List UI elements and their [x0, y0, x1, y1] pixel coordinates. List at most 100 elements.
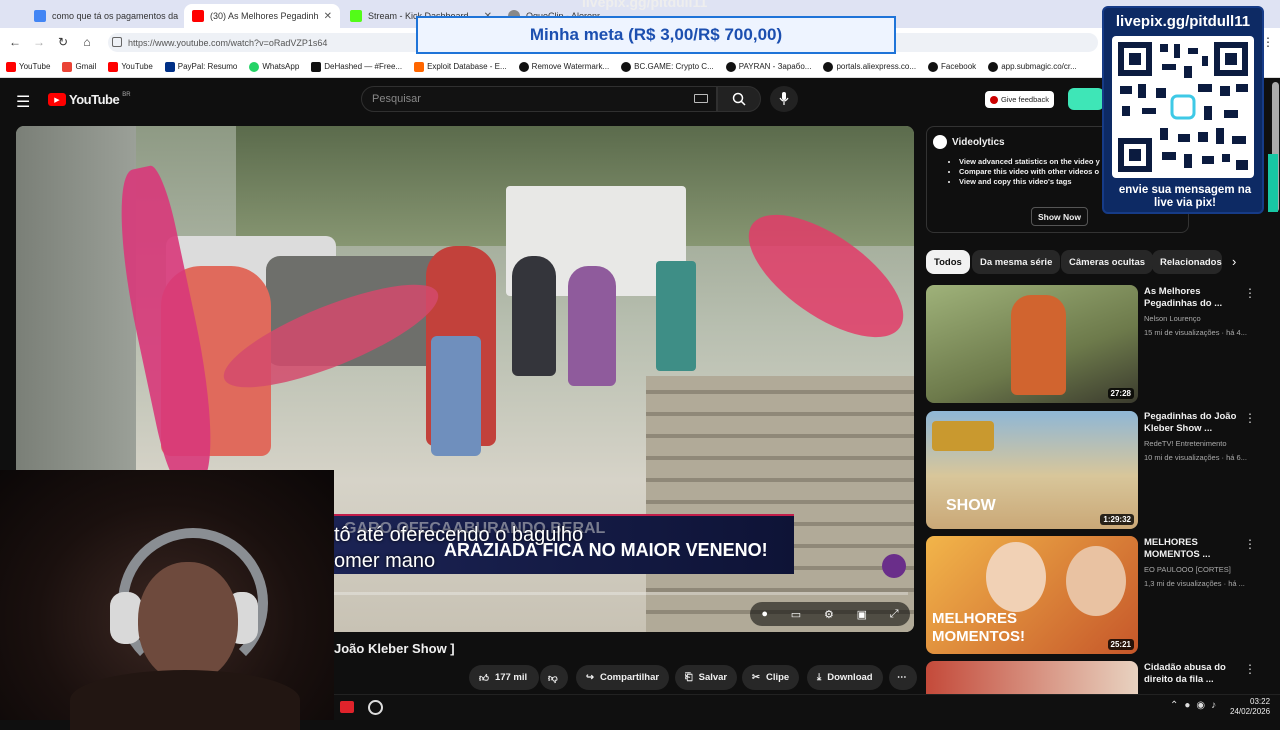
- close-icon[interactable]: ✕: [324, 11, 332, 22]
- person-jeans-shape: [431, 336, 481, 456]
- bookmark[interactable]: PAYRAN - Зарабо...: [725, 61, 811, 72]
- related-title[interactable]: Cidadão abusa do direito da fila ...: [1144, 662, 1244, 686]
- bookmark[interactable]: BC.GAME: Crypto C...: [621, 61, 714, 72]
- reload-icon[interactable]: ↻: [54, 33, 72, 51]
- chevron-right-icon[interactable]: ›: [1232, 254, 1236, 269]
- share-button[interactable]: ↪ Compartilhar: [576, 665, 670, 690]
- site-info-icon[interactable]: [112, 37, 122, 47]
- share-label: Compartilhar: [599, 672, 660, 683]
- save-button[interactable]: ⎗ Salvar: [675, 665, 738, 690]
- bookmark[interactable]: Gmail: [62, 61, 97, 72]
- duration-badge: 25:21: [1107, 639, 1134, 650]
- autoplay-toggle-icon[interactable]: ●: [761, 608, 768, 620]
- globe-icon: [518, 61, 529, 72]
- thumbs-up-icon: 👍︎: [479, 672, 489, 684]
- progress-bar[interactable]: [334, 592, 908, 595]
- bookmark[interactable]: DeHashed — #Free...: [311, 61, 403, 72]
- browser-tab-active[interactable]: (30) As Melhores Pegadinhas ✕: [184, 4, 340, 28]
- bookmark-label: Gmail: [75, 62, 97, 71]
- feedback-icon: [990, 95, 998, 104]
- share-icon: ↪: [586, 672, 594, 683]
- region-code: BR: [122, 92, 131, 98]
- download-label: Download: [827, 672, 873, 683]
- bookmark-label: YouTube: [121, 62, 153, 71]
- obs-icon[interactable]: [368, 700, 383, 715]
- globe-icon: [621, 61, 632, 72]
- search-button[interactable]: [717, 86, 761, 112]
- more-actions-button[interactable]: ⋯: [889, 665, 917, 690]
- dislike-button[interactable]: 👎︎: [540, 665, 568, 690]
- bookmark-label: YouTube: [19, 62, 51, 71]
- forward-icon[interactable]: →: [30, 33, 48, 51]
- show-now-button[interactable]: Show Now: [1031, 207, 1088, 226]
- qr-pattern: [1118, 42, 1248, 172]
- more-vertical-icon[interactable]: ⋮: [1244, 662, 1256, 676]
- bookmark[interactable]: portals.aliexpress.co...: [823, 61, 916, 72]
- videolytics-name: Videolytics: [952, 136, 1005, 148]
- bookmark[interactable]: YouTube: [108, 61, 153, 72]
- youtube-play-icon: ▶: [48, 93, 66, 106]
- channel-watermark-icon[interactable]: [882, 554, 906, 578]
- download-icon: ⤓: [817, 672, 822, 683]
- search-input[interactable]: Pesquisar: [361, 86, 717, 112]
- clip-button[interactable]: ✂ Clipe: [742, 665, 800, 690]
- chip-all[interactable]: Todos: [926, 250, 970, 274]
- bookmark[interactable]: app.submagic.co/cr...: [988, 61, 1077, 72]
- settings-gear-icon[interactable]: ⚙: [824, 608, 834, 621]
- bookmark[interactable]: Exploit Database - E...: [414, 61, 507, 72]
- clock[interactable]: 03:22 24/02/2026: [1230, 697, 1270, 717]
- fullscreen-icon[interactable]: ⤢: [890, 608, 899, 621]
- related-thumbnail[interactable]: SHOW 1:29:32: [926, 411, 1138, 529]
- bookmark[interactable]: PayPal: Resumo: [164, 61, 237, 72]
- related-thumbnail[interactable]: MELHORES MOMENTOS! 25:21: [926, 536, 1138, 654]
- livepix-handle: livepix.gg/pitdull11: [1115, 13, 1251, 30]
- chip-related[interactable]: Relacionados: [1152, 250, 1222, 274]
- show-logo-shape: [932, 421, 994, 451]
- app-icon[interactable]: [340, 701, 354, 713]
- bookmark-label: DeHashed — #Free...: [324, 62, 403, 71]
- bookmark[interactable]: YouTube: [6, 61, 51, 72]
- subtitles-icon[interactable]: ▭: [791, 608, 801, 621]
- chip-same-series[interactable]: Da mesma série: [972, 250, 1061, 274]
- clip-label: Clipe: [765, 672, 790, 683]
- extension-icon[interactable]: [1068, 88, 1104, 110]
- face-shape: [138, 562, 238, 682]
- related-title[interactable]: Pegadinhas do João Kleber Show ...: [1144, 411, 1244, 435]
- tab-title: (30) As Melhores Pegadinhas: [210, 11, 318, 21]
- youtube-logo[interactable]: ▶ YouTube BR: [48, 92, 131, 107]
- bookmark[interactable]: Remove Watermark...: [518, 61, 609, 72]
- give-feedback-button[interactable]: Give feedback: [985, 91, 1054, 108]
- clock-time: 03:22: [1250, 697, 1271, 706]
- related-thumbnail[interactable]: [926, 661, 1138, 694]
- voice-search-button[interactable]: [770, 86, 798, 112]
- hamburger-menu-icon[interactable]: ☰: [16, 92, 30, 112]
- related-channel[interactable]: Nelson Lourenço: [1144, 312, 1254, 325]
- like-count: 177 mil: [494, 672, 528, 683]
- related-title[interactable]: As Melhores Pegadinhas do ...: [1144, 286, 1244, 310]
- related-channel[interactable]: EO PAULOOO [CORTES]: [1144, 563, 1254, 576]
- bookmark[interactable]: Facebook: [928, 61, 976, 72]
- more-vertical-icon[interactable]: ⋮: [1244, 411, 1256, 425]
- keyboard-icon[interactable]: [694, 94, 708, 103]
- theater-mode-icon[interactable]: ▣: [857, 608, 867, 621]
- browser-tab[interactable]: como que tá os pagamentos da ✕: [26, 4, 184, 28]
- download-button[interactable]: ⤓ Download: [807, 665, 883, 690]
- livepix-panel: livepix.gg/pitdull11 envie sua mensagem …: [1102, 6, 1264, 214]
- related-channel[interactable]: RedeTV! Entretenimento: [1144, 437, 1254, 450]
- more-vertical-icon[interactable]: ⋮: [1244, 286, 1256, 300]
- tab-title: como que tá os pagamentos da: [52, 11, 179, 21]
- related-thumbnail[interactable]: 27:28: [926, 285, 1138, 403]
- like-button[interactable]: 👍︎ 177 mil: [469, 665, 539, 690]
- back-icon[interactable]: ←: [6, 33, 24, 51]
- livepix-cta: envie sua mensagem na live via pix!: [1118, 184, 1252, 209]
- more-vertical-icon[interactable]: ⋮: [1244, 537, 1256, 551]
- bookmark-icon: [6, 61, 16, 72]
- bookmark-icon: [164, 61, 175, 72]
- system-tray-icons[interactable]: ⌃●◉♪: [1170, 700, 1222, 711]
- thumbnail-figure: [1011, 295, 1066, 395]
- chip-hidden-cameras[interactable]: Câmeras ocultas: [1061, 250, 1154, 274]
- bookmarks-bar: YouTube Gmail YouTube PayPal: Resumo Wha…: [0, 56, 1280, 78]
- bookmark[interactable]: WhatsApp: [249, 61, 299, 72]
- home-icon[interactable]: ⌂: [78, 33, 96, 51]
- related-title[interactable]: MELHORES MOMENTOS ...: [1144, 537, 1244, 561]
